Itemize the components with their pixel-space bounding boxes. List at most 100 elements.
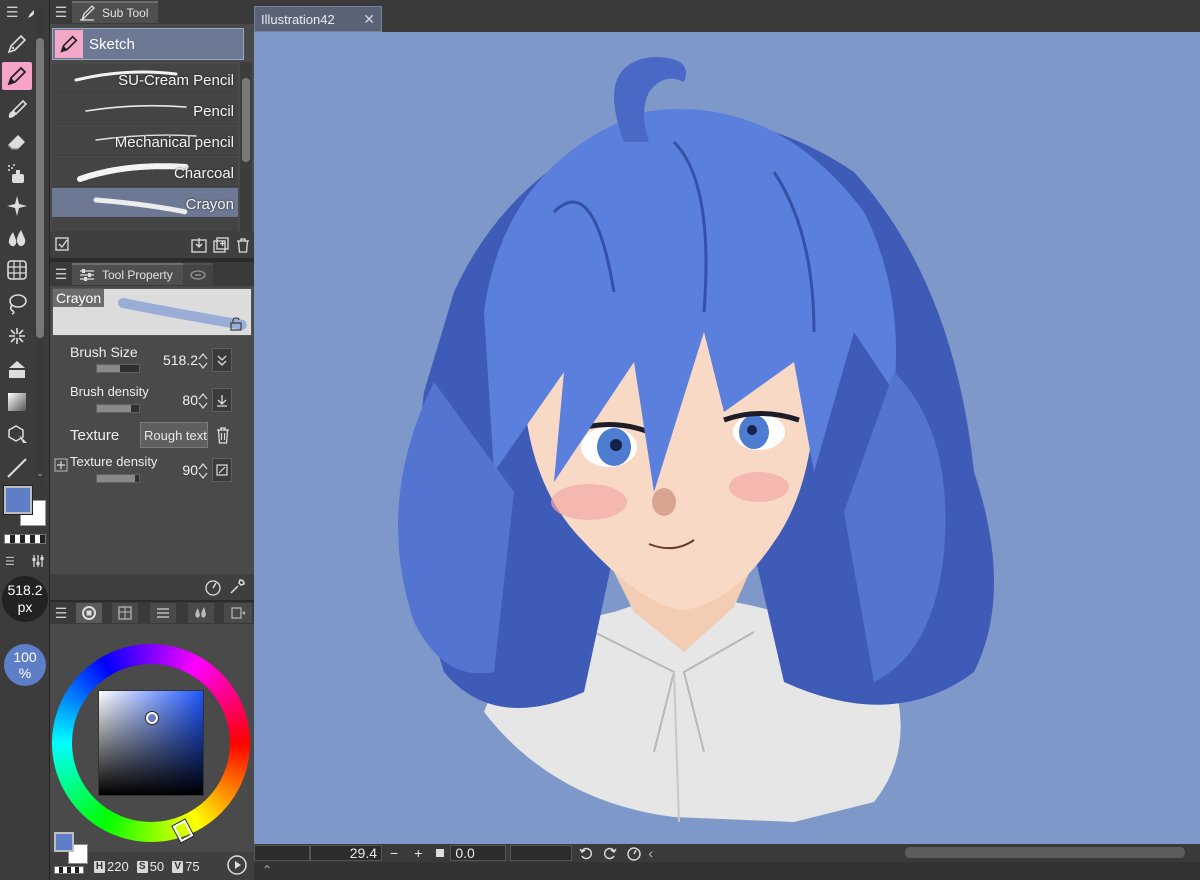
value-value[interactable]: 75 [185,859,199,874]
expand-plus-icon[interactable] [54,458,68,472]
saturation-value-square[interactable] [98,690,204,796]
pressure-settings-button[interactable] [212,348,232,372]
rotate-left-icon[interactable] [578,845,594,861]
hue-value[interactable]: 220 [107,859,129,874]
document-title: Illustration42 [261,11,335,27]
brush-density-slider[interactable] [96,404,140,413]
brush-item[interactable]: Mechanical pencil [52,126,238,156]
navigator-preview[interactable] [254,845,310,861]
slash-box-icon [216,464,228,476]
brush-item-label: Crayon [185,196,234,213]
zoom-out-button[interactable]: − [390,845,398,861]
panel-menu-icon[interactable]: ☰ [50,602,72,624]
tab-intermediate-color[interactable] [188,603,214,623]
line-icon [7,458,27,478]
main-color-swatch[interactable] [4,486,32,514]
opacity-indicator[interactable]: 100 % [4,644,46,686]
brush-item[interactable] [52,219,238,232]
brush-item[interactable]: Crayon [52,188,238,218]
canvas-horizontal-scrollbar[interactable] [905,847,1185,858]
chevron-down-icon[interactable]: ⌄ [34,468,46,480]
rotation-slider[interactable] [510,845,573,861]
brush-size-value[interactable]: 518.2 [163,352,198,368]
brush-item[interactable]: SU-Cream Pencil [52,64,238,94]
main-color-mini-swatch[interactable] [54,832,74,852]
saturation-tag: S [136,860,148,873]
toolbox-scrollbar[interactable] [34,4,46,494]
subtool-group-sketch[interactable]: Sketch [52,28,244,60]
lasso-tool-button[interactable] [2,290,32,318]
zoom-in-button[interactable]: + [414,845,422,861]
tab-color-wheel[interactable] [76,603,102,623]
density-pressure-button[interactable] [212,388,232,412]
canvas[interactable] [254,32,1200,844]
subtool-scrollbar[interactable] [240,62,252,234]
pressure-icon [217,355,227,366]
trash-icon[interactable] [232,234,254,256]
lasso-icon [9,294,27,315]
brush-size-slider[interactable] [96,364,140,373]
trash-icon[interactable] [214,425,232,445]
brush-tray-icon [80,5,95,21]
brush-tool-button[interactable] [2,96,32,124]
eraser-tool-button[interactable] [2,128,32,156]
tab-document[interactable]: Illustration42 ✕ [254,6,382,32]
zoom-field[interactable]: 29.4 [310,845,382,861]
checkbox-list-icon[interactable] [52,234,74,256]
blend-tool-button[interactable] [2,224,32,252]
saturation-value[interactable]: 50 [150,859,164,874]
decoration-tool-button[interactable] [2,192,32,220]
tab-color-set[interactable] [112,603,138,623]
import-icon[interactable] [188,234,210,256]
spinner-icon[interactable] [198,392,208,410]
spinner-icon[interactable] [198,462,208,480]
transparent-mini-swatch[interactable] [54,866,84,874]
pencil-tool-button[interactable] [2,62,32,90]
line-tool-button[interactable] [2,454,32,482]
texture-select[interactable]: Rough texture [140,422,208,448]
tab-brush-shape[interactable] [182,263,213,285]
tab-color-slider[interactable] [150,603,176,623]
close-icon[interactable]: ✕ [363,11,375,28]
menu-icon[interactable]: ☰ [5,555,15,568]
pen-tool-button[interactable] [2,30,32,58]
brush-item[interactable]: Charcoal [52,157,238,187]
gradient-tool-button[interactable] [2,388,32,416]
wrench-icon[interactable] [228,578,246,596]
airbrush-tool-button[interactable] [2,160,32,188]
brush-size-indicator[interactable]: 518.2 px [2,576,48,622]
brush-density-value[interactable]: 80 [182,392,198,408]
palette-icon [118,606,132,620]
toolbox-menu-icon[interactable]: ☰ [6,4,19,21]
tab-approximate-color[interactable] [224,603,252,623]
panel-menu-icon[interactable]: ☰ [50,1,72,23]
lock-open-icon[interactable] [229,317,243,331]
operation-tool-button[interactable] [2,256,32,284]
duplicate-icon[interactable] [210,234,232,256]
sv-cursor[interactable] [146,712,158,724]
texture-density-slider[interactable] [96,474,140,483]
dial-icon[interactable] [204,578,222,596]
rotate-right-icon[interactable] [602,845,618,861]
auto-select-tool-button[interactable] [2,322,32,350]
play-circle-icon[interactable] [226,854,248,876]
panel-menu-icon[interactable]: ☰ [50,263,72,285]
texture-density-value[interactable]: 90 [182,462,198,478]
brush-item-label: Mechanical pencil [114,134,234,151]
chevron-up-icon[interactable]: ⌃ [262,863,272,877]
tab-sub-tool[interactable]: Sub Tool [72,1,159,23]
transparent-color-swatch[interactable] [4,534,46,544]
texture-density-pressure-button[interactable] [212,458,232,482]
tab-tool-property[interactable]: Tool Property [72,263,183,285]
sliders-icon[interactable] [31,554,45,568]
texture-density-label: Texture density [70,454,158,469]
move-layer-tool-button[interactable] [2,420,32,448]
brush-item[interactable]: Pencil [52,95,238,125]
fit-screen-icon[interactable] [436,849,445,857]
reset-view-icon[interactable] [626,845,642,861]
rotation-field[interactable]: 0.0 [450,845,507,861]
fill-tool-button[interactable] [2,356,32,384]
chevron-left-icon[interactable]: ‹ [648,845,653,861]
spinner-icon[interactable] [198,352,208,370]
sparkle-icon [7,196,27,216]
